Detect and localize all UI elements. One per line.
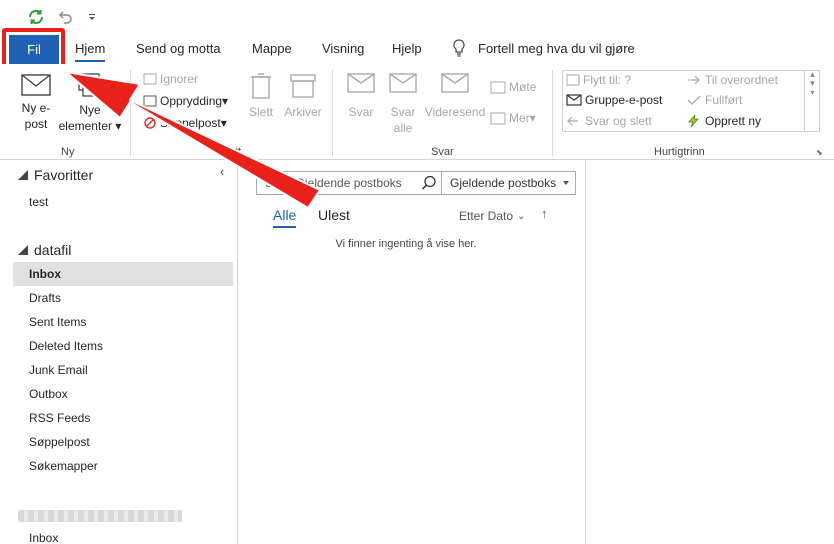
sync-icon[interactable]	[26, 6, 46, 28]
envelope-small-icon	[566, 94, 582, 106]
qs-done[interactable]: Fullført	[686, 93, 742, 107]
chevron-left-icon[interactable]: ‹	[220, 164, 224, 179]
sort-dropdown[interactable]: Etter Dato ⌄	[459, 209, 525, 223]
quick-steps-scrollbar[interactable]: ▲ ▼ ▾	[804, 70, 820, 132]
qs-reply-delete[interactable]: Svar og slett	[566, 114, 652, 128]
more-button[interactable]: Mer ▾	[490, 111, 536, 125]
collapse-icon	[18, 245, 28, 255]
chevron-down-icon: ⌄	[517, 210, 526, 222]
ribbon: Ny e- post Nye elementer ▾ Ny Ignorer Op…	[0, 64, 834, 160]
chevron-down-icon	[563, 181, 569, 185]
folder-item[interactable]: Deleted Items	[13, 334, 233, 358]
new-items-icon	[78, 73, 104, 97]
search-icon[interactable]	[421, 175, 437, 194]
folder-item[interactable]: Søkemapper	[13, 454, 233, 478]
search-scope-dropdown[interactable]: Gjeldende postboks	[442, 171, 576, 195]
collapse-icon	[18, 170, 28, 180]
meeting-icon	[490, 81, 506, 94]
favorite-folder[interactable]: test	[13, 190, 233, 214]
filter-unread-tab[interactable]: Ulest	[318, 207, 350, 223]
junk-button[interactable]: Søppelpost ▾	[143, 116, 227, 130]
archive-icon	[290, 74, 316, 98]
delete-button[interactable]: Slett	[246, 72, 276, 120]
reply-all-icon	[389, 73, 417, 93]
reply-all-button[interactable]: Svar alle	[386, 72, 420, 136]
envelope-icon	[21, 74, 51, 96]
meeting-button[interactable]: Møte	[490, 80, 536, 94]
forward-icon	[441, 73, 469, 93]
arrow-right-icon	[688, 75, 700, 85]
group-label-respond: Svar	[431, 146, 454, 158]
qs-create-new[interactable]: Opprett ny	[686, 114, 761, 128]
tab-home[interactable]: Hjem	[75, 41, 106, 62]
new-items-button[interactable]: Nye elementer ▾	[58, 72, 122, 134]
customize-icon[interactable]	[85, 6, 99, 28]
reply-small-icon	[567, 116, 578, 126]
folder-item[interactable]: Outbox	[13, 382, 233, 406]
tab-folder[interactable]: Mappe	[252, 41, 292, 56]
filter-all-tab[interactable]: Alle	[273, 207, 297, 228]
forward-button[interactable]: Videresend	[424, 72, 486, 120]
qs-team-email[interactable]: Gruppe-e-post	[566, 93, 662, 107]
undo-icon[interactable]	[55, 6, 75, 28]
move-icon	[566, 74, 580, 86]
reply-icon	[347, 73, 375, 93]
ignore-button[interactable]: Ignorer	[143, 72, 198, 86]
folder-item[interactable]: Drafts	[13, 286, 233, 310]
group-label-quick-steps: Hurtigtrinn	[654, 146, 705, 158]
dialog-launcher-icon[interactable]: ⬊	[816, 148, 823, 157]
qs-move-to[interactable]: Flytt til: ?	[566, 73, 631, 87]
tab-help[interactable]: Hjelp	[392, 41, 422, 56]
sort-direction-icon[interactable]: ↑	[541, 206, 548, 221]
ignore-icon	[143, 73, 157, 85]
tell-me-search[interactable]: Fortell meg hva du vil gjøre	[478, 41, 635, 56]
lightbulb-icon	[452, 39, 466, 60]
blurred-account-name	[18, 510, 182, 522]
cleanup-button[interactable]: Opprydding ▾	[143, 94, 228, 108]
trash-icon	[251, 73, 271, 99]
folder-item[interactable]: Søppelpost	[13, 430, 233, 454]
quick-access-toolbar	[0, 0, 834, 34]
group-label-new: Ny	[61, 146, 75, 158]
archive-button[interactable]: Arkiver	[282, 72, 324, 120]
search-input[interactable]: Søk i Gjeldende postboks	[256, 171, 442, 195]
folder-item[interactable]: Junk Email	[13, 358, 233, 382]
folder-item[interactable]: RSS Feeds	[13, 406, 233, 430]
folder-item[interactable]: Inbox	[13, 526, 233, 544]
new-email-button[interactable]: Ny e- post	[14, 74, 58, 132]
check-icon	[687, 95, 701, 105]
tab-send-receive[interactable]: Send og motta	[136, 41, 221, 56]
folder-item[interactable]: Inbox	[13, 262, 233, 286]
group-label-delete: Slett	[219, 146, 242, 158]
tab-view[interactable]: Visning	[322, 41, 364, 56]
lightning-icon	[688, 114, 699, 128]
junk-icon	[144, 117, 156, 129]
qs-to-manager[interactable]: Til overordnet	[686, 73, 778, 87]
reply-button[interactable]: Svar	[344, 72, 378, 120]
account-header[interactable]: datafil	[18, 242, 71, 258]
cleanup-icon	[143, 95, 157, 107]
message-list: Søk i Gjeldende postboks Gjeldende postb…	[238, 160, 586, 544]
folder-pane: Favoritter ‹ test datafil Inbox Drafts S…	[0, 160, 238, 544]
folder-item[interactable]: Sent Items	[13, 310, 233, 334]
empty-list-message: Vi finner ingenting å vise her.	[335, 238, 477, 250]
favorites-header[interactable]: Favoritter	[18, 167, 93, 183]
ribbon-tabs: Hjem Send og motta Mappe Visning Hjelp F…	[0, 34, 834, 64]
more-icon	[490, 112, 506, 125]
